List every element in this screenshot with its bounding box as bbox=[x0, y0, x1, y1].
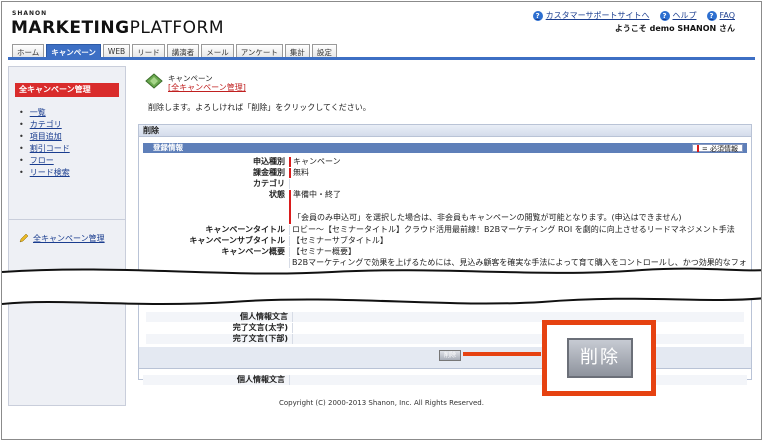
brand-logo: MARKETINGPLATFORM bbox=[11, 18, 224, 38]
tab-home[interactable]: ホーム bbox=[12, 44, 45, 57]
panel-title: 削除 bbox=[139, 125, 751, 137]
required-legend-text: = 必須情報 bbox=[701, 145, 738, 153]
status-note-row: 「会員のみ申込可」を選択した場合は、非会員もキャンペーンの閲覧が可能となります。… bbox=[143, 213, 747, 223]
delete-button-small[interactable]: 削除 bbox=[439, 350, 461, 361]
field-row-category: カテゴリ bbox=[143, 179, 747, 189]
brand-logo-light: PLATFORM bbox=[129, 18, 225, 38]
callout-zoom: 削除 bbox=[542, 320, 656, 396]
instruction-text: 削除します。よろしければ「削除」をクリックしてください。 bbox=[148, 103, 371, 112]
breadcrumb-link[interactable]: [全キャンペーン管理] bbox=[168, 82, 246, 93]
field-row-title: キャンペーンタイトル ロビー～【セミナータイトル】クラウド活用最前線！B2Bマー… bbox=[143, 225, 747, 235]
field-value bbox=[289, 375, 747, 385]
field-label: 完了文言(下部) bbox=[232, 334, 288, 343]
field-value bbox=[292, 323, 744, 333]
field-value: ロビー～【セミナータイトル】クラウド活用最前線！B2Bマーケティング ROI を… bbox=[289, 225, 747, 235]
field-value: 【セミナー概要】 bbox=[289, 247, 747, 257]
status-note: 「会員のみ申込可」を選択した場合は、非会員もキャンペーンの閲覧が可能となります。… bbox=[289, 213, 747, 223]
tab-survey[interactable]: アンケート bbox=[235, 44, 283, 57]
faq-link[interactable]: ? FAQ bbox=[706, 10, 736, 21]
welcome-text: ようこそ demo SHANON さん bbox=[614, 24, 735, 33]
field-value: キャンペーン bbox=[289, 157, 747, 167]
sidebar-item-lead-search[interactable]: リード検索 bbox=[19, 167, 125, 179]
sidebar-title: 全キャンペーン管理 bbox=[15, 83, 119, 97]
field-value: 【セミナーサブタイトル】 bbox=[289, 236, 747, 246]
tab-mail[interactable]: メール bbox=[201, 44, 234, 57]
faq-label: FAQ bbox=[719, 11, 736, 20]
field-label: キャンペーン概要 bbox=[221, 247, 285, 256]
sidebar-menu: 一覧 カテゴリ 項目追加 割引コード フロー リード検索 bbox=[19, 107, 125, 179]
question-icon: ? bbox=[532, 10, 543, 21]
field-value bbox=[292, 334, 744, 344]
sidebar-all-campaign-link[interactable]: 全キャンペーン管理 bbox=[19, 233, 105, 244]
callout-connector bbox=[463, 352, 541, 356]
field-row-apply-type: 申込種別 キャンペーン bbox=[143, 157, 747, 167]
field-label: 申込種別 bbox=[253, 157, 285, 166]
copyright: Copyright (C) 2000-2013 Shanon, Inc. All… bbox=[279, 399, 484, 407]
sidebar-item-discount-code[interactable]: 割引コード bbox=[19, 143, 125, 155]
sidebar-item-add-field[interactable]: 項目追加 bbox=[19, 131, 125, 143]
sidebar-item-flow[interactable]: フロー bbox=[19, 155, 125, 167]
tab-underline bbox=[8, 57, 755, 60]
field-label: 完了文言(太字) bbox=[232, 323, 288, 332]
question-icon: ? bbox=[659, 10, 670, 21]
support-site-link[interactable]: ? カスタマーサポートサイトへ bbox=[532, 10, 650, 21]
field-label-empty bbox=[143, 213, 289, 223]
sidebar-item-label: カテゴリ bbox=[29, 120, 62, 129]
field-value: 無料 bbox=[289, 168, 747, 178]
field-label: 課金種別 bbox=[253, 168, 285, 177]
status-value: 準備中・終了 bbox=[293, 190, 341, 199]
field-value bbox=[289, 179, 747, 189]
tab-lead[interactable]: リード bbox=[132, 44, 165, 57]
help-label: ヘルプ bbox=[672, 11, 697, 20]
main-tabs: ホーム キャンペーン WEB リード 講演者 メール アンケート 集計 設定 bbox=[12, 44, 337, 57]
sidebar-divider bbox=[9, 219, 125, 220]
field-label: キャンペーンサブタイトル bbox=[189, 236, 285, 245]
header-links: ? カスタマーサポートサイトへ ? ヘルプ ? FAQ bbox=[532, 10, 736, 21]
campaign-icon bbox=[145, 73, 163, 89]
field-row-overview: キャンペーン概要 【セミナー概要】 bbox=[143, 247, 747, 257]
field-value bbox=[292, 312, 744, 322]
torn-divider bbox=[2, 267, 761, 305]
section-title: 登録情報 bbox=[143, 143, 747, 153]
support-site-label: カスタマーサポートサイトへ bbox=[545, 11, 650, 20]
required-legend: = 必須情報 bbox=[691, 144, 743, 153]
sidebar-item-category[interactable]: カテゴリ bbox=[19, 119, 125, 131]
brand-company: SHANON bbox=[12, 10, 48, 17]
field-label: 個人情報文言 bbox=[240, 312, 288, 321]
tab-speaker[interactable]: 講演者 bbox=[166, 44, 200, 57]
tab-campaign[interactable]: キャンペーン bbox=[46, 44, 101, 57]
tab-settings[interactable]: 設定 bbox=[311, 44, 337, 57]
sidebar-item-list[interactable]: 一覧 bbox=[19, 107, 125, 119]
delete-button-zoomed[interactable]: 削除 bbox=[567, 338, 633, 378]
field-label: カテゴリ bbox=[253, 179, 285, 188]
sidebar-item-label: 割引コード bbox=[29, 144, 70, 153]
field-row-subtitle: キャンペーンサブタイトル 【セミナーサブタイトル】 bbox=[143, 236, 747, 246]
sidebar-item-label: フロー bbox=[29, 156, 54, 165]
tab-web[interactable]: WEB bbox=[102, 44, 131, 57]
sidebar: 全キャンペーン管理 一覧 カテゴリ 項目追加 割引コード フロー リード検索 全… bbox=[8, 66, 126, 406]
brand-logo-bold: MARKETING bbox=[11, 18, 130, 38]
app-window: SHANON MARKETINGPLATFORM ? カスタマーサポートサイトへ … bbox=[1, 1, 762, 440]
required-marker bbox=[696, 145, 699, 152]
sidebar-all-campaign-label: 全キャンペーン管理 bbox=[33, 234, 105, 243]
sidebar-item-label: リード検索 bbox=[29, 168, 70, 177]
sidebar-item-label: 項目追加 bbox=[29, 132, 62, 141]
field-row-privacy: 個人情報文言 bbox=[143, 375, 747, 385]
pencil-icon bbox=[19, 234, 29, 243]
field-label: キャンペーンタイトル bbox=[205, 225, 285, 234]
field-row-billing-type: 課金種別 無料 bbox=[143, 168, 747, 178]
sidebar-item-label: 一覧 bbox=[29, 108, 46, 117]
field-label: 個人情報文言 bbox=[237, 375, 285, 384]
help-link[interactable]: ? ヘルプ bbox=[659, 10, 697, 21]
question-icon: ? bbox=[706, 10, 717, 21]
tab-report[interactable]: 集計 bbox=[284, 44, 310, 57]
